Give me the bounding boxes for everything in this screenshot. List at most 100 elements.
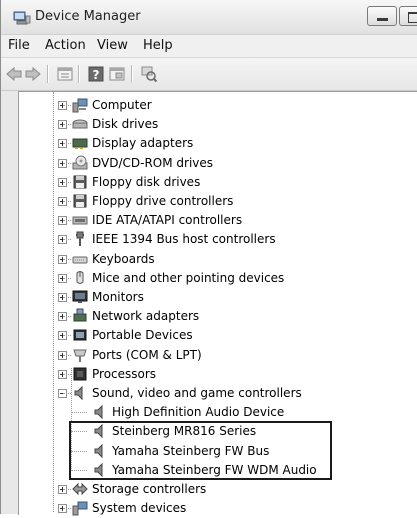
toolbar: ? — [1, 58, 417, 91]
back-icon[interactable] — [5, 65, 23, 83]
tree-connector — [63, 163, 71, 164]
storage-controller-icon — [72, 482, 88, 496]
tree-item-category[interactable]: Monitors — [1, 288, 417, 307]
tree-item-label: Monitors — [92, 290, 144, 304]
tree-item-category[interactable]: DVD/CD-ROM drives — [1, 154, 417, 173]
monitor-icon — [72, 290, 88, 303]
tree-item-category[interactable]: IDE ATA/ATAPI controllers — [1, 211, 417, 230]
tree-item-label: Mice and other pointing devices — [92, 271, 285, 285]
mouse-icon — [76, 271, 84, 284]
tree-item-category[interactable]: IEEE 1394 Bus host controllers — [1, 230, 417, 249]
tree-connector — [63, 335, 71, 336]
highlight-box — [69, 421, 332, 480]
menu-bar: File Action View Help — [1, 35, 417, 58]
menu-view[interactable]: View — [97, 38, 128, 53]
portable-device-icon — [73, 329, 87, 341]
tree-item-category[interactable]: Keyboards — [1, 250, 417, 269]
dvd-drive-icon — [72, 155, 88, 170]
tree-item-label: High Definition Audio Device — [112, 405, 285, 419]
toolbar-separator — [47, 65, 49, 83]
computer-icon — [72, 98, 88, 113]
tree-item-category[interactable]: Display adapters — [1, 134, 417, 153]
forward-icon[interactable] — [24, 65, 42, 83]
tree-item-label: Display adapters — [92, 136, 194, 150]
help-icon[interactable]: ? — [87, 65, 105, 83]
tree-connector — [63, 201, 71, 202]
menu-help[interactable]: Help — [143, 38, 173, 53]
network-adapter-icon — [73, 308, 87, 322]
minimize-icon — [377, 18, 388, 21]
window-title: Device Manager — [35, 9, 141, 24]
tree-item-label: Network adapters — [92, 309, 200, 323]
floppy-controller-icon — [73, 194, 87, 208]
show-hide-console-tree-icon[interactable] — [108, 65, 126, 83]
device-manager-icon — [13, 11, 31, 25]
tree-item-label: Disk drives — [92, 117, 159, 131]
keyboard-icon — [72, 256, 88, 264]
tree-item-label: IDE ATA/ATAPI controllers — [92, 213, 243, 227]
disk-drive-icon — [72, 119, 88, 129]
tree-item-label: Portable Devices — [92, 328, 193, 342]
tree-connector — [63, 182, 71, 183]
floppy-disk-icon — [73, 175, 87, 189]
tree-item-label: DVD/CD-ROM drives — [92, 156, 214, 170]
tree-connector — [63, 259, 71, 260]
tree-item-category[interactable]: Processors — [1, 365, 417, 384]
tree-item-label: Processors — [92, 367, 157, 381]
tree-item-label: System devices — [92, 501, 187, 515]
tree-connector — [63, 297, 71, 298]
processor-icon — [73, 367, 87, 381]
tree-item-category[interactable]: Mice and other pointing devices — [1, 269, 417, 288]
port-icon — [73, 349, 87, 362]
menu-file[interactable]: File — [8, 38, 30, 53]
tree-connector — [63, 489, 71, 490]
scan-hardware-icon[interactable] — [140, 65, 158, 83]
toolbar-separator — [131, 65, 133, 83]
tree-item-label: Sound, video and game controllers — [92, 386, 302, 400]
tree-item-label: Ports (COM & LPT) — [92, 348, 202, 362]
speaker-icon — [94, 404, 103, 420]
tree-connector — [63, 374, 71, 375]
tree-item-label: Computer — [92, 98, 152, 112]
tree-item-category[interactable]: Portable Devices — [1, 326, 417, 345]
tree-item-category[interactable]: Storage controllers — [1, 480, 417, 499]
tree-item-category[interactable]: Ports (COM & LPT) — [1, 346, 417, 365]
tree-connector — [63, 355, 71, 356]
maximize-button[interactable] — [399, 6, 417, 26]
tree-item-category[interactable]: Sound, video and game controllers — [1, 384, 417, 403]
properties-icon[interactable] — [56, 65, 74, 83]
tree-item-device[interactable]: High Definition Audio Device — [1, 403, 417, 422]
title-bar: Device Manager — [1, 0, 417, 35]
tree-item-category[interactable]: Computer — [1, 96, 417, 115]
display-adapter-icon — [72, 138, 88, 149]
ieee1394-icon — [76, 231, 84, 246]
tree-item-category[interactable]: Floppy disk drives — [1, 173, 417, 192]
tree-connector — [63, 143, 71, 144]
tree-connector — [63, 316, 71, 317]
tree-item-category[interactable]: Network adapters — [1, 307, 417, 326]
tree-item-category[interactable]: Floppy drive controllers — [1, 192, 417, 211]
tree-item-category[interactable]: Disk drives — [1, 115, 417, 134]
minimize-button[interactable] — [367, 6, 397, 26]
tree-connector — [63, 393, 71, 394]
tree-item-label: Floppy disk drives — [92, 175, 201, 189]
ide-controller-icon — [72, 216, 88, 225]
maximize-icon — [408, 12, 417, 23]
svg-text:?: ? — [93, 68, 100, 82]
tree-item-label: Storage controllers — [92, 482, 207, 496]
tree-connector — [71, 412, 87, 413]
tree-item-label: IEEE 1394 Bus host controllers — [92, 232, 276, 246]
speaker-icon — [74, 385, 83, 401]
tree-connector — [63, 220, 71, 221]
menu-action[interactable]: Action — [45, 38, 86, 53]
tree-item-label: Keyboards — [92, 252, 155, 266]
device-manager-window: Device Manager File Action View Help ? C… — [0, 0, 417, 516]
tree-item-label: Floppy drive controllers — [92, 194, 234, 208]
tree-item-category[interactable]: System devices — [1, 499, 417, 518]
tree-connector — [63, 278, 71, 279]
tree-connector — [63, 105, 71, 106]
tree-connector — [63, 124, 71, 125]
tree-connector — [63, 239, 71, 240]
tree-connector — [63, 508, 71, 509]
toolbar-separator — [78, 65, 80, 83]
